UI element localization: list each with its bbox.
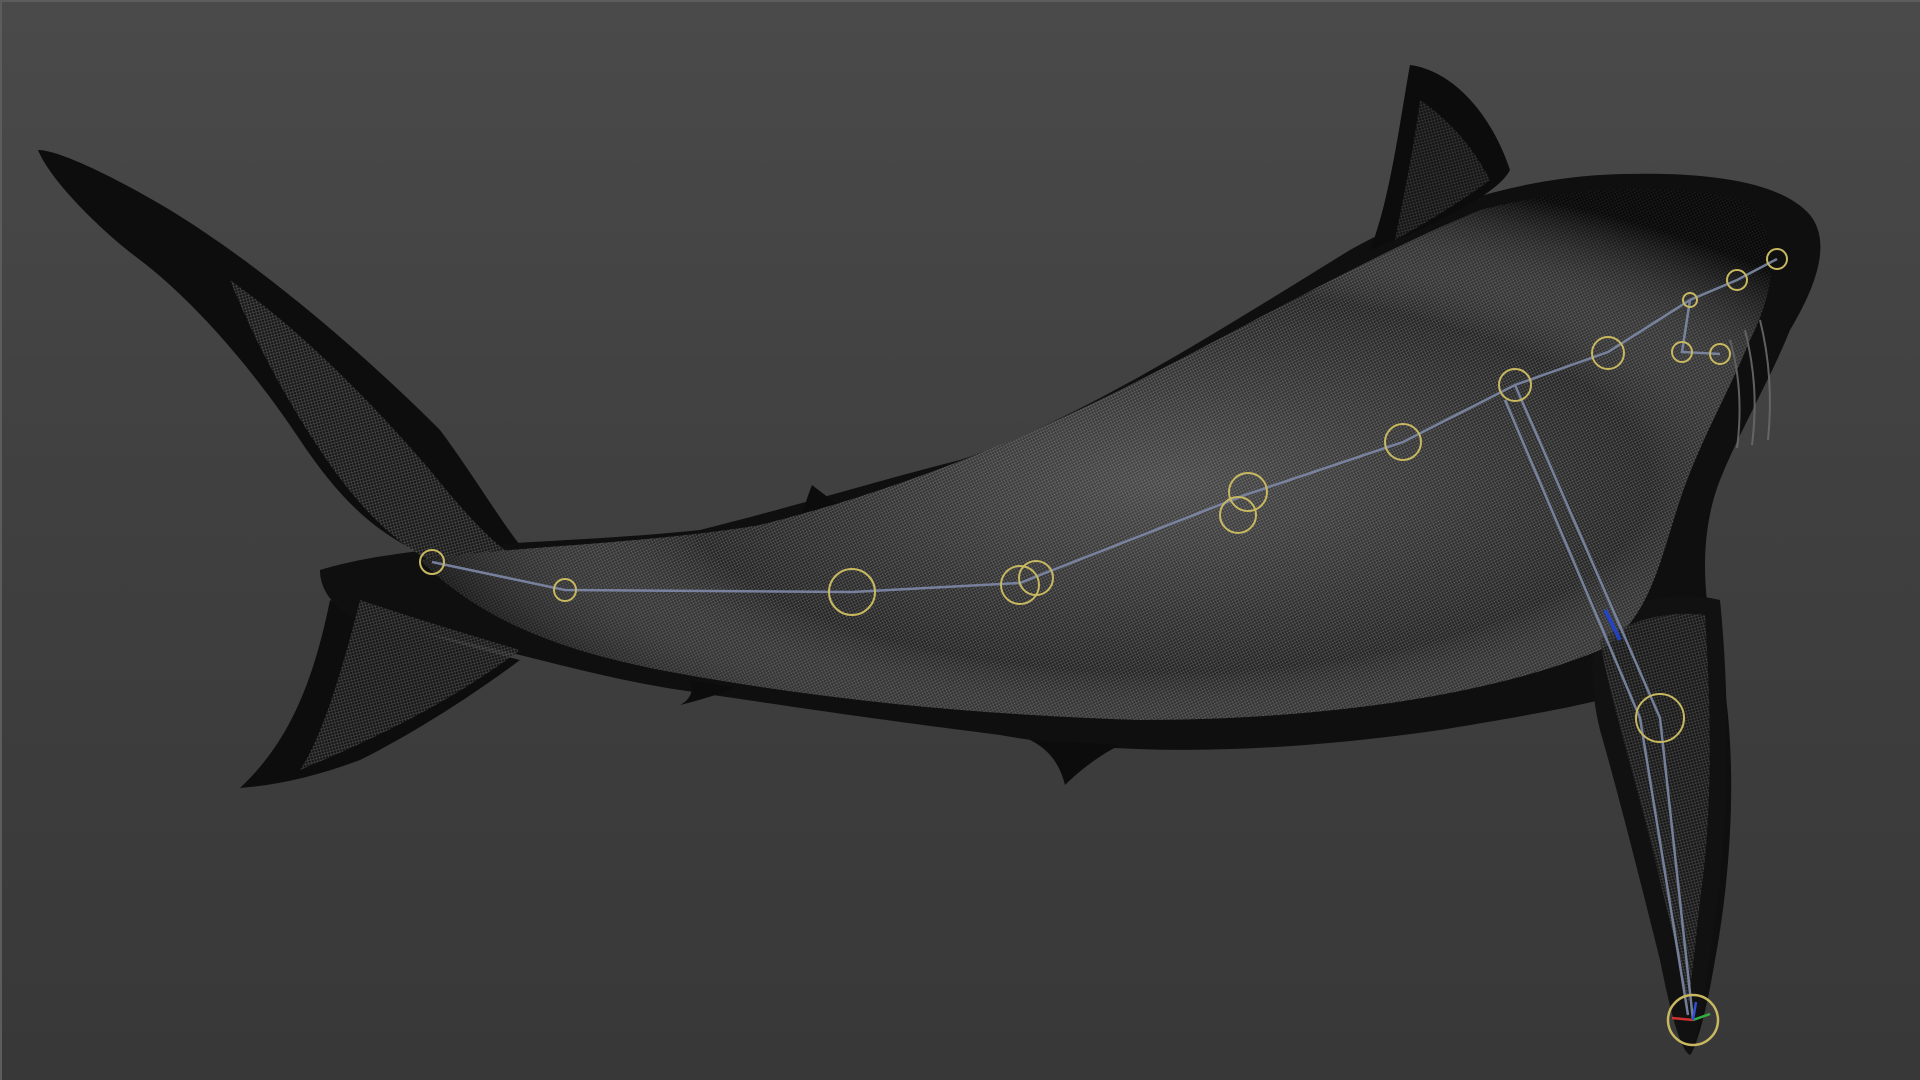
viewport-scene[interactable] bbox=[0, 0, 1920, 1080]
pelvic-fin bbox=[1030, 740, 1120, 785]
3d-viewport[interactable] bbox=[0, 0, 1920, 1080]
wireframe-overlay bbox=[230, 100, 1772, 1010]
